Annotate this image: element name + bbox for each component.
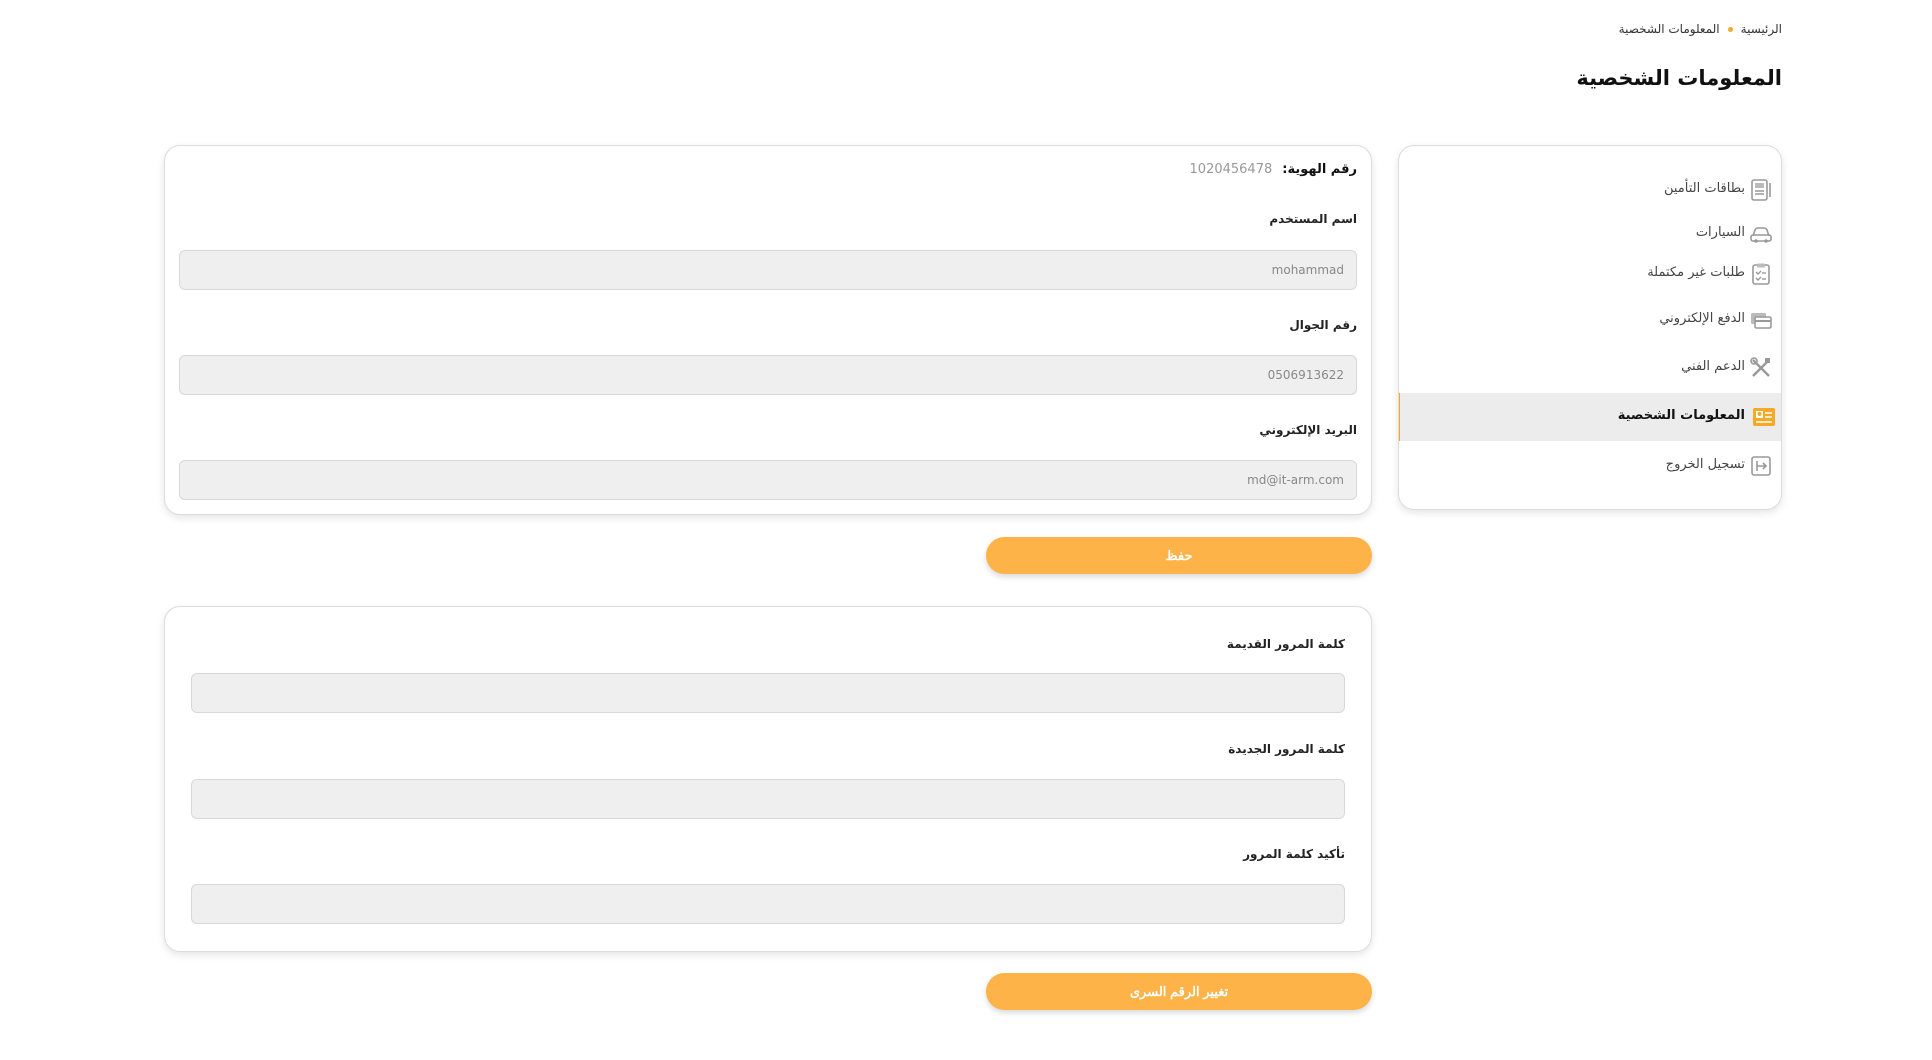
payment-card-icon xyxy=(1749,308,1773,332)
car-icon xyxy=(1749,222,1773,246)
breadcrumb-separator-dot xyxy=(1727,26,1733,32)
profile-card-icon xyxy=(1752,405,1776,429)
username-label: اسم المستخدم xyxy=(1269,212,1357,226)
sidebar-item-incomplete-requests[interactable]: طلبات غير مكتملة xyxy=(1399,250,1781,298)
new-password-label: كلمة المرور الجديدة xyxy=(1228,742,1345,756)
email-field[interactable]: md@it-arm.com xyxy=(179,460,1357,500)
account-sidebar: بطاقات التأمين السيارات طلبات غير مكتملة… xyxy=(1398,145,1782,510)
sidebar-item-personal-info[interactable]: المعلومات الشخصية xyxy=(1399,393,1781,441)
breadcrumb-home-link[interactable]: الرئيسية xyxy=(1741,22,1782,36)
mobile-field[interactable]: 0506913622 xyxy=(179,355,1357,395)
sidebar-item-label: الدفع الإلكتروني xyxy=(1659,311,1745,326)
confirm-password-label: تأكيد كلمة المرور xyxy=(1243,847,1345,861)
profile-info-card: رقم الهوية: 1020456478 اسم المستخدم moha… xyxy=(164,145,1372,515)
breadcrumb: الرئيسية المعلومات الشخصية xyxy=(1619,22,1782,36)
tools-icon xyxy=(1749,356,1773,380)
sidebar-item-label: المعلومات الشخصية xyxy=(1617,408,1745,423)
sidebar-item-label: بطاقات التأمين xyxy=(1663,181,1745,196)
sidebar-item-label: السيارات xyxy=(1695,225,1745,240)
email-label: البريد الإلكتروني xyxy=(1259,423,1357,437)
clipboard-icon xyxy=(1749,262,1773,286)
mobile-label: رقم الجوال xyxy=(1289,318,1357,332)
national-id-label: رقم الهوية: xyxy=(1282,162,1357,177)
sidebar-item-label: طلبات غير مكتملة xyxy=(1647,265,1745,280)
old-password-field[interactable] xyxy=(191,673,1345,713)
confirm-password-field[interactable] xyxy=(191,884,1345,924)
national-id-row: رقم الهوية: 1020456478 xyxy=(1190,162,1357,177)
sidebar-item-label: تسجيل الخروج xyxy=(1665,457,1745,472)
page-title: المعلومات الشخصية xyxy=(1576,66,1782,90)
sidebar-item-label: الدعم الفني xyxy=(1681,359,1745,374)
sidebar-item-tech-support[interactable]: الدعم الفني xyxy=(1399,344,1781,392)
save-button[interactable]: حفظ xyxy=(986,537,1372,574)
national-id-value: 1020456478 xyxy=(1189,162,1273,177)
sidebar-item-logout[interactable]: تسجيل الخروج xyxy=(1399,442,1781,490)
id-card-icon xyxy=(1749,178,1773,202)
change-password-card: كلمة المرور القديمة كلمة المرور الجديدة … xyxy=(164,606,1372,952)
new-password-field[interactable] xyxy=(191,779,1345,819)
username-field[interactable]: mohammad xyxy=(179,250,1357,290)
sidebar-item-e-payment[interactable]: الدفع الإلكتروني xyxy=(1399,296,1781,344)
logout-icon xyxy=(1749,454,1773,478)
change-password-button[interactable]: تغيير الرقم السرى xyxy=(986,973,1372,1010)
sidebar-item-insurance-cards[interactable]: بطاقات التأمين xyxy=(1399,166,1781,214)
breadcrumb-current: المعلومات الشخصية xyxy=(1618,22,1720,36)
old-password-label: كلمة المرور القديمة xyxy=(1226,637,1345,651)
